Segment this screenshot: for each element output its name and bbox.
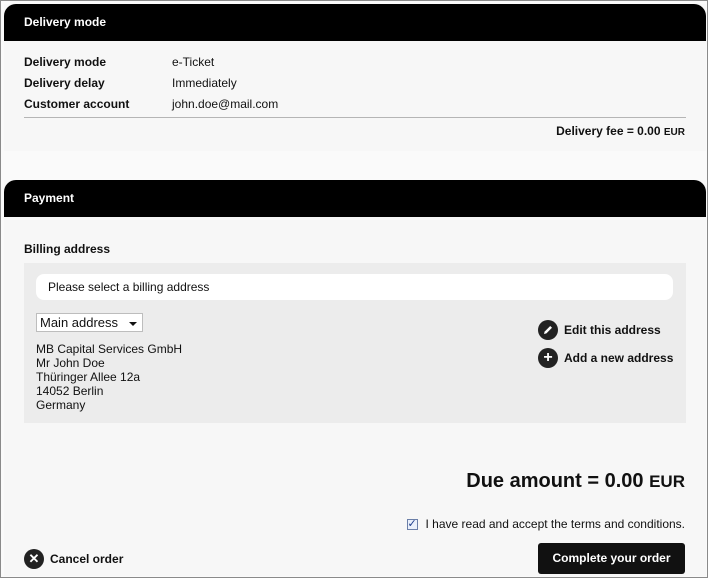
delivery-delay-value: Immediately	[172, 76, 237, 90]
address-line: Germany	[36, 398, 86, 412]
complete-order-button[interactable]: Complete your order	[538, 543, 685, 574]
billing-address-box: Please select a billing address Main add…	[24, 263, 686, 423]
delivery-panel: Delivery mode Delivery mode e-Ticket Del…	[4, 4, 706, 151]
delivery-header: Delivery mode	[4, 4, 706, 41]
delivery-fee: Delivery fee = 0.00 EUR	[556, 124, 685, 138]
checkout-frame: Delivery mode Delivery mode e-Ticket Del…	[0, 0, 708, 578]
delivery-divider	[24, 117, 686, 118]
pencil-icon	[538, 320, 558, 340]
due-amount-currency: EUR	[649, 472, 685, 491]
billing-address-title: Billing address	[24, 242, 111, 256]
cancel-order-button[interactable]: ✕ Cancel order	[24, 549, 123, 569]
terms-label[interactable]: I have read and accept the terms and con…	[426, 517, 686, 531]
terms-row: I have read and accept the terms and con…	[406, 517, 686, 531]
address-lines: MB Capital Services GmbH Mr John Doe Thü…	[36, 342, 182, 412]
customer-account-value: john.doe@mail.com	[172, 97, 279, 111]
delivery-fee-label: Delivery fee = 0.00	[556, 124, 661, 138]
delivery-fee-currency: EUR	[663, 127, 685, 138]
address-line: 14052 Berlin	[36, 384, 104, 398]
add-address-label: Add a new address	[564, 351, 674, 365]
customer-account-label: Customer account	[24, 97, 130, 111]
due-amount: Due amount = 0.00 EUR	[466, 470, 685, 493]
delivery-mode-label: Delivery mode	[24, 55, 107, 69]
address-select-value: Main address	[40, 315, 119, 330]
address-select[interactable]: Main address	[36, 313, 143, 332]
address-line: Thüringer Allee 12a	[36, 370, 141, 384]
delivery-delay-label: Delivery delay	[24, 76, 105, 90]
chevron-down-icon	[129, 322, 137, 326]
delivery-mode-value: e-Ticket	[172, 55, 215, 69]
add-address-button[interactable]: + Add a new address	[538, 348, 673, 368]
edit-address-button[interactable]: Edit this address	[538, 320, 661, 340]
cancel-order-label: Cancel order	[50, 552, 124, 566]
address-line: Mr John Doe	[36, 356, 105, 370]
plus-icon: +	[538, 348, 558, 368]
billing-notice: Please select a billing address	[36, 274, 673, 300]
address-line: MB Capital Services GmbH	[36, 342, 183, 356]
edit-address-label: Edit this address	[564, 323, 661, 337]
close-icon: ✕	[24, 549, 44, 569]
due-amount-label: Due amount = 0.00	[466, 470, 644, 492]
payment-header: Payment	[4, 180, 706, 217]
terms-checkbox[interactable]	[406, 517, 418, 530]
payment-panel: Payment Billing address Please select a …	[4, 180, 706, 576]
